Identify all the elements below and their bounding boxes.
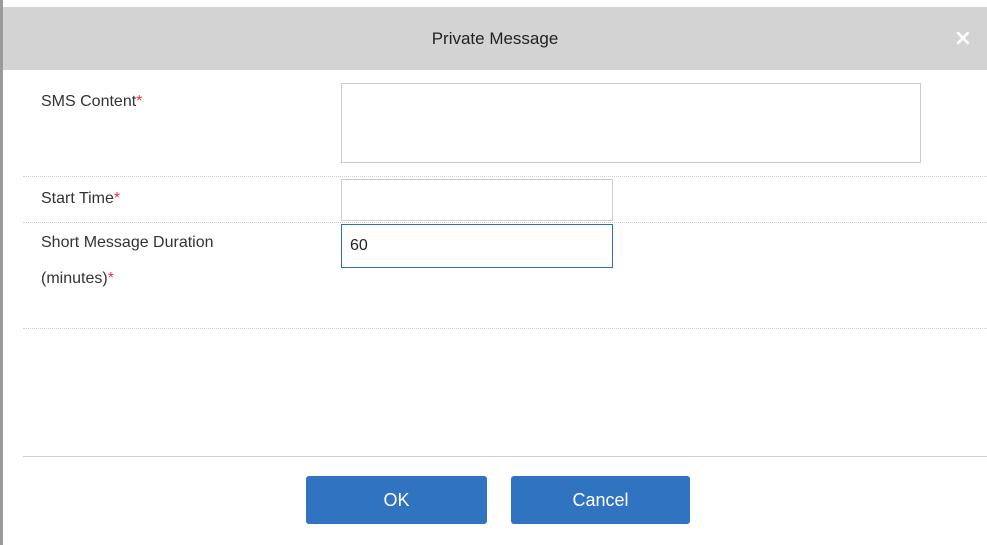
- duration-input[interactable]: [341, 224, 613, 268]
- start-time-input[interactable]: [341, 179, 613, 221]
- row-divider: [23, 222, 987, 223]
- row-divider: [23, 176, 987, 177]
- close-icon[interactable]: ×: [951, 26, 975, 51]
- required-mark: *: [113, 190, 121, 207]
- ok-button[interactable]: OK: [306, 476, 487, 524]
- duration-label-line2: (minutes): [41, 270, 108, 287]
- cancel-button[interactable]: Cancel: [511, 476, 690, 524]
- row-divider: [23, 328, 987, 329]
- duration-label: Short Message Duration (minutes)*: [41, 229, 214, 293]
- footer-divider: [23, 456, 987, 457]
- start-time-label-text: Start Time: [41, 190, 114, 207]
- sms-content-label-text: SMS Content: [41, 93, 137, 110]
- start-time-label: Start Time*: [41, 185, 120, 213]
- duration-label-line1: Short Message Duration: [41, 234, 214, 251]
- private-message-dialog: Private Message × SMS Content* Start Tim…: [0, 0, 987, 545]
- required-mark: *: [136, 93, 143, 110]
- dialog-titlebar: Private Message ×: [3, 7, 987, 70]
- dialog-title: Private Message: [431, 28, 559, 48]
- sms-content-textarea[interactable]: [341, 83, 921, 163]
- required-mark: *: [107, 270, 114, 287]
- sms-content-label: SMS Content*: [41, 88, 142, 116]
